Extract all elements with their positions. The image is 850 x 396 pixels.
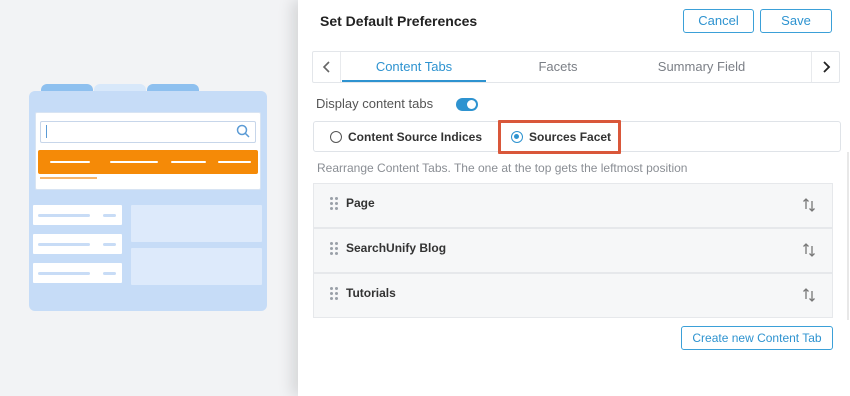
tab-content-tabs[interactable]: Content Tabs <box>342 52 486 82</box>
tab-facets[interactable]: Facets <box>486 52 630 82</box>
list-item-label: Page <box>346 196 375 210</box>
radio-content-source-indices[interactable]: Content Source Indices <box>330 122 482 151</box>
cancel-button[interactable]: Cancel <box>683 9 754 33</box>
list-item-label: SearchUnify Blog <box>346 241 447 255</box>
display-content-tabs-toggle[interactable] <box>456 98 478 111</box>
sort-arrows-icon[interactable] <box>802 196 816 214</box>
illustration-active-underline <box>40 177 97 179</box>
highlight-annotation <box>498 120 621 154</box>
search-icon <box>236 124 250 138</box>
rearrange-hint: Rearrange Content Tabs. The one at the t… <box>317 161 688 175</box>
content-tabs-list: Page SearchUnify Blog Tutorials <box>313 183 833 318</box>
preview-illustration <box>0 0 298 396</box>
toggle-knob <box>467 100 476 109</box>
chevron-left-icon <box>322 61 330 73</box>
illustration-tab-line <box>50 161 90 163</box>
tab-bar: Content Tabs Facets Summary Field <box>312 51 840 83</box>
preferences-panel: Set Default Preferences Cancel Save Cont… <box>298 0 850 396</box>
illustration-content-block <box>131 248 262 285</box>
create-content-tab-button[interactable]: Create new Content Tab <box>681 326 833 350</box>
list-item[interactable]: SearchUnify Blog <box>313 228 833 273</box>
scrollbar[interactable] <box>847 152 849 320</box>
tab-scroll-right[interactable] <box>811 52 839 82</box>
illustration-tab-line <box>171 161 206 163</box>
illustration-tab-line <box>110 161 158 163</box>
illustration-search-box <box>40 121 256 143</box>
tab-scroll-left[interactable] <box>313 52 341 82</box>
illustration-result-row <box>33 234 122 254</box>
illustration-result-row <box>33 263 122 283</box>
drag-handle-icon[interactable] <box>330 242 338 256</box>
radio-label: Content Source Indices <box>348 129 483 144</box>
illustration-content-block <box>131 205 262 242</box>
sort-arrows-icon[interactable] <box>802 286 816 304</box>
save-button[interactable]: Save <box>760 9 832 33</box>
illustration-tab-line <box>218 161 251 163</box>
list-item-label: Tutorials <box>346 286 396 300</box>
illustration-cursor <box>46 125 47 138</box>
sort-arrows-icon[interactable] <box>802 241 816 259</box>
page-title: Set Default Preferences <box>320 13 478 29</box>
drag-handle-icon[interactable] <box>330 197 338 211</box>
drag-handle-icon[interactable] <box>330 287 338 301</box>
list-item[interactable]: Tutorials <box>313 273 833 318</box>
tab-summary-field[interactable]: Summary Field <box>630 52 773 82</box>
radio-unchecked-icon <box>330 130 342 143</box>
illustration-result-row <box>33 205 122 225</box>
display-content-tabs-label: Display content tabs <box>316 96 434 111</box>
chevron-right-icon <box>822 61 830 73</box>
list-item[interactable]: Page <box>313 183 833 228</box>
